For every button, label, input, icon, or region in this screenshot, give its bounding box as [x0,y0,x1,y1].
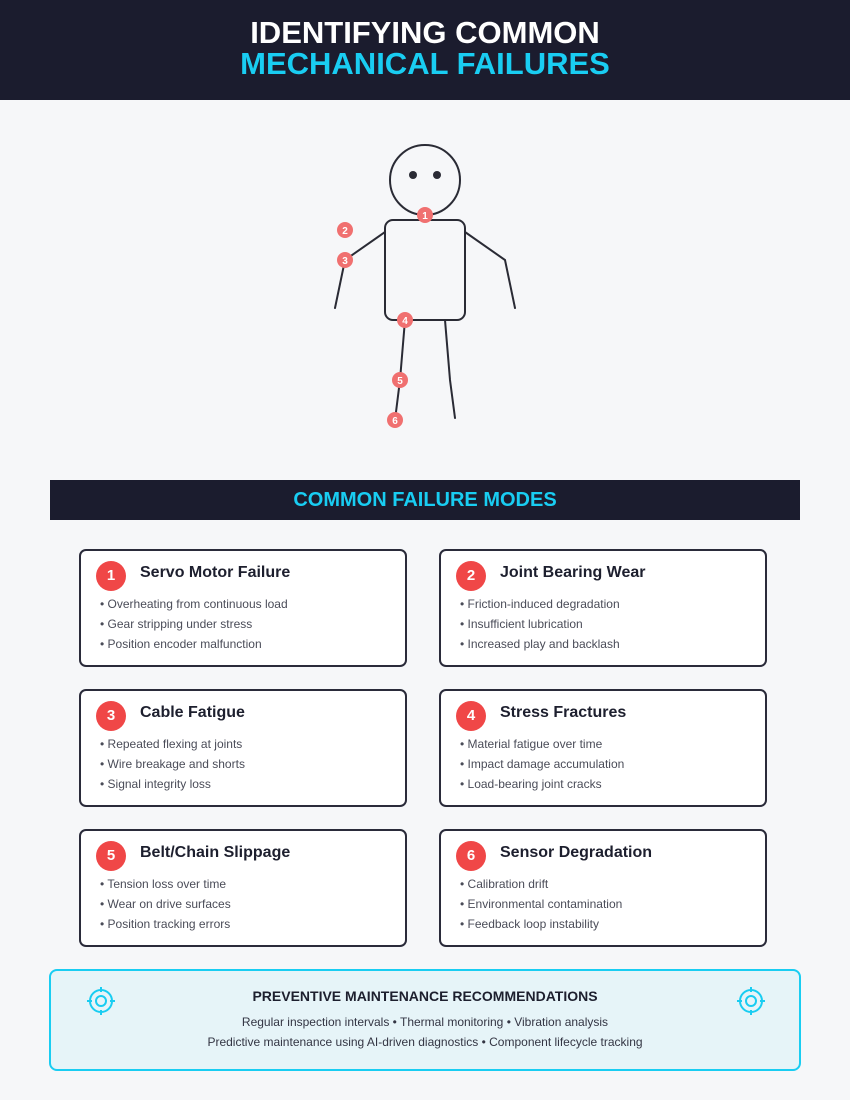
failure-item: • Wear on drive surfaces [100,897,231,911]
failure-marker-label: 2 [342,226,348,237]
failure-marker-5: 5 [392,372,408,388]
section-title: COMMON FAILURE MODES [293,489,557,511]
failure-item: • Overheating from continuous load [100,597,288,611]
failure-number-badge: 4 [456,701,486,731]
failure-title: Sensor Degradation [500,844,653,861]
failure-number-badge: 6 [456,841,486,871]
failure-card-servo-motor: 1 Servo Motor Failure • Overheating from… [79,549,407,667]
failure-items: • Material fatigue over time • Impact da… [460,734,624,794]
failure-title: Stress Fractures [500,704,627,721]
failure-item: • Material fatigue over time [460,737,603,751]
failure-number-badge: 1 [96,561,126,591]
page-title-line2: MECHANICAL FAILURES [240,46,610,81]
failure-item: • Insufficient lubrication [460,617,583,631]
failure-title: Joint Bearing Wear [500,564,646,581]
page-header: IDENTIFYING COMMON MECHANICAL FAILURES [0,0,850,100]
robot-left-leg [394,319,406,421]
failure-item: • Tension loss over time [100,877,227,891]
failure-items: • Repeated flexing at joints • Wire brea… [100,734,245,794]
failure-marker-1: 1 [417,207,433,223]
failure-marker-label: 5 [397,376,403,387]
failure-item: • Repeated flexing at joints [100,737,243,751]
failure-item: • Position encoder malfunction [100,637,262,651]
robot-right-leg [444,319,456,419]
failure-items: • Overheating from continuous load • Gea… [100,594,288,654]
failure-item: • Position tracking errors [100,917,231,931]
failure-marker-label: 4 [402,316,408,327]
failure-items: • Friction-induced degradation • Insuffi… [460,594,620,654]
maintenance-line-2: Predictive maintenance using AI-driven d… [207,1035,643,1049]
failure-item: • Signal integrity loss [100,777,211,791]
failure-item: • Feedback loop instability [460,917,599,931]
failure-card-sensor-degradation: 6 Sensor Degradation • Calibration drift… [439,829,767,947]
failure-item: • Calibration drift [460,877,549,891]
failure-marker-2: 2 [337,222,353,238]
failure-number-badge: 3 [96,701,126,731]
maintenance-line-1: Regular inspection intervals • Thermal m… [241,1015,609,1029]
failure-marker-3: 3 [337,252,353,268]
robot-figure-diagram: 1 2 3 4 5 6 [334,144,516,428]
failure-item: • Gear stripping under stress [100,617,253,631]
failure-card-joint-bearing: 2 Joint Bearing Wear • Friction-induced … [439,549,767,667]
failure-marker-6: 6 [387,412,403,428]
robot-head [389,144,461,216]
failure-title: Belt/Chain Slippage [140,844,291,861]
failure-marker-label: 1 [422,211,428,222]
failure-marker-label: 3 [342,256,348,267]
failure-marker-4: 4 [397,312,413,328]
failure-marker-label: 6 [392,416,398,427]
failure-items: • Tension loss over time • Wear on drive… [100,874,231,934]
failure-card-stress-fractures: 4 Stress Fractures • Material fatigue ov… [439,689,767,807]
failure-item: • Environmental contamination [460,897,623,911]
failure-title: Servo Motor Failure [140,564,291,581]
failure-title: Cable Fatigue [140,704,245,721]
robot-left-eye [409,171,417,179]
maintenance-panel: PREVENTIVE MAINTENANCE RECOMMENDATIONS R… [49,969,801,1071]
failure-items: • Calibration drift • Environmental cont… [460,874,622,934]
robot-right-eye [433,171,441,179]
failure-item: • Impact damage accumulation [460,757,625,771]
failure-item: • Increased play and backlash [460,637,620,651]
failure-item: • Load-bearing joint cracks [460,777,602,791]
robot-right-arm [464,231,516,309]
failure-number-badge: 2 [456,561,486,591]
robot-torso [384,219,466,321]
maintenance-title: PREVENTIVE MAINTENANCE RECOMMENDATIONS [252,988,598,1004]
failure-item: • Wire breakage and shorts [100,757,245,771]
failure-item: • Friction-induced degradation [460,597,620,611]
failure-card-cable-fatigue: 3 Cable Fatigue • Repeated flexing at jo… [79,689,407,807]
failure-number-badge: 5 [96,841,126,871]
robot-left-arm [334,231,386,309]
section-header: COMMON FAILURE MODES [50,480,800,520]
failure-card-belt-chain: 5 Belt/Chain Slippage • Tension loss ove… [79,829,407,947]
